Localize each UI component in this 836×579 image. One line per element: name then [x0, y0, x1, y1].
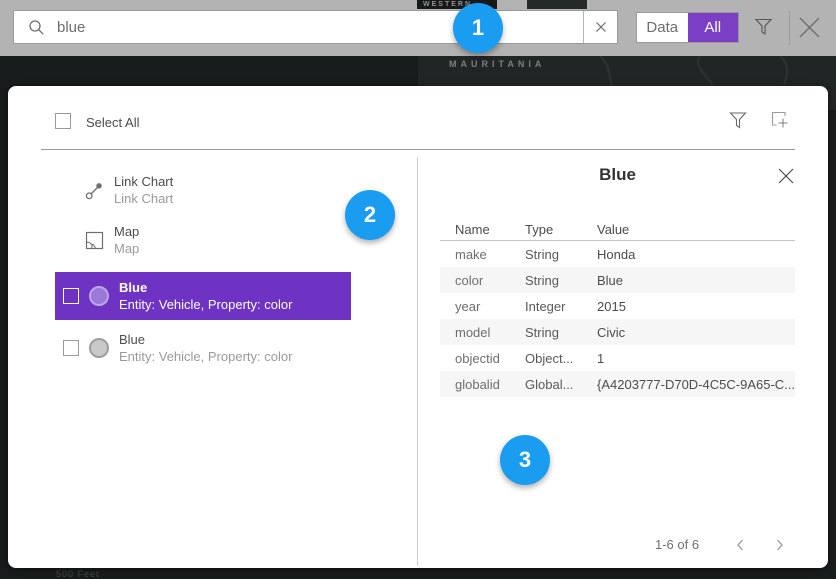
cell-value: 1: [597, 351, 795, 366]
cell-type: String: [525, 325, 597, 340]
search-icon: [28, 19, 45, 36]
cell-value: Blue: [597, 273, 795, 288]
column-header: Value: [597, 222, 795, 237]
search-scope-toggle: Data All: [636, 12, 739, 43]
cell-value: Civic: [597, 325, 795, 340]
list-detail-divider: [417, 157, 418, 566]
funnel-icon: [729, 111, 747, 130]
table-row: make String Honda: [440, 241, 795, 267]
table-row: color String Blue: [440, 267, 795, 293]
cell-name: globalid: [455, 377, 525, 392]
entity-circle-icon: [89, 286, 109, 306]
header-divider: [41, 149, 795, 150]
table-row: globalid Global... {A4203777-D70D-4C5C-9…: [440, 371, 795, 397]
toolbar-divider: [789, 11, 790, 45]
select-all-label: Select All: [86, 115, 139, 130]
select-all-checkbox[interactable]: [55, 113, 71, 129]
result-title: Blue: [119, 331, 292, 348]
clear-search-button[interactable]: [583, 11, 617, 43]
cell-type: String: [525, 247, 597, 262]
result-item-blue[interactable]: Blue Entity: Vehicle, Property: color: [55, 324, 351, 372]
result-checkbox[interactable]: [63, 340, 79, 356]
result-subtitle: Link Chart: [114, 190, 173, 207]
column-header: Type: [525, 222, 597, 237]
close-icon: [797, 15, 822, 40]
pagination-next-button[interactable]: [773, 536, 787, 554]
annotation-badge-2: 2: [345, 190, 395, 240]
table-row: year Integer 2015: [440, 293, 795, 319]
cell-name: color: [455, 273, 525, 288]
result-title: Link Chart: [114, 173, 173, 190]
result-subtitle: Entity: Vehicle, Property: color: [119, 348, 292, 365]
cell-type: Object...: [525, 351, 597, 366]
add-selection-button[interactable]: [769, 109, 790, 130]
attribute-table: Name Type Value make String Honda color …: [440, 218, 795, 397]
cell-type: Global...: [525, 377, 597, 392]
result-title: Blue: [119, 279, 292, 296]
cell-name: objectid: [455, 351, 525, 366]
cell-name: make: [455, 247, 525, 262]
map-scale-label: 500 Feet: [56, 569, 100, 579]
search-results-panel: Select All Lin: [8, 86, 828, 568]
cell-type: String: [525, 273, 597, 288]
column-header: Name: [455, 222, 525, 237]
result-item-link-chart[interactable]: Link Chart Link Chart: [55, 168, 351, 212]
funnel-icon: [754, 17, 773, 37]
result-item-map[interactable]: Map Map: [55, 218, 351, 262]
results-filter-button[interactable]: [729, 111, 747, 130]
chevron-right-icon: [775, 538, 785, 552]
cell-value: 2015: [597, 299, 795, 314]
x-icon: [595, 21, 607, 33]
entity-circle-icon: [89, 338, 109, 358]
detail-title: Blue: [440, 165, 795, 185]
annotation-badge-1: 1: [453, 3, 503, 53]
chevron-left-icon: [735, 538, 745, 552]
search-box: [13, 10, 618, 44]
scope-all-button[interactable]: All: [688, 13, 739, 42]
square-plus-icon: [769, 109, 790, 130]
link-chart-icon: [85, 181, 104, 200]
scope-data-button[interactable]: Data: [637, 13, 688, 42]
cell-type: Integer: [525, 299, 597, 314]
map-label-mauritania: MAURITANIA: [449, 59, 545, 69]
result-subtitle: Entity: Vehicle, Property: color: [119, 296, 292, 313]
cell-name: year: [455, 299, 525, 314]
close-icon: [777, 167, 795, 185]
result-subtitle: Map: [114, 240, 139, 257]
cell-value: Honda: [597, 247, 795, 262]
search-input[interactable]: [55, 18, 583, 37]
pagination-prev-button[interactable]: [733, 536, 747, 554]
close-search-button[interactable]: [797, 15, 822, 40]
annotation-badge-3: 3: [500, 435, 550, 485]
pagination-range-label: 1-6 of 6: [655, 537, 699, 552]
map-peek: [527, 0, 587, 9]
table-row: model String Civic: [440, 319, 795, 345]
result-title: Map: [114, 223, 139, 240]
table-header-row: Name Type Value: [440, 218, 795, 241]
cell-value: {A4203777-D70D-4C5C-9A65-C...: [597, 377, 795, 392]
app-window: MAURITANIA 500 Feet Data All: [0, 0, 836, 579]
cell-name: model: [455, 325, 525, 340]
filter-button[interactable]: [754, 17, 773, 37]
detail-close-button[interactable]: [777, 167, 795, 185]
table-row: objectid Object... 1: [440, 345, 795, 371]
map-icon: [85, 231, 104, 250]
result-checkbox[interactable]: [63, 288, 79, 304]
result-item-blue-selected[interactable]: Blue Entity: Vehicle, Property: color: [55, 272, 351, 320]
